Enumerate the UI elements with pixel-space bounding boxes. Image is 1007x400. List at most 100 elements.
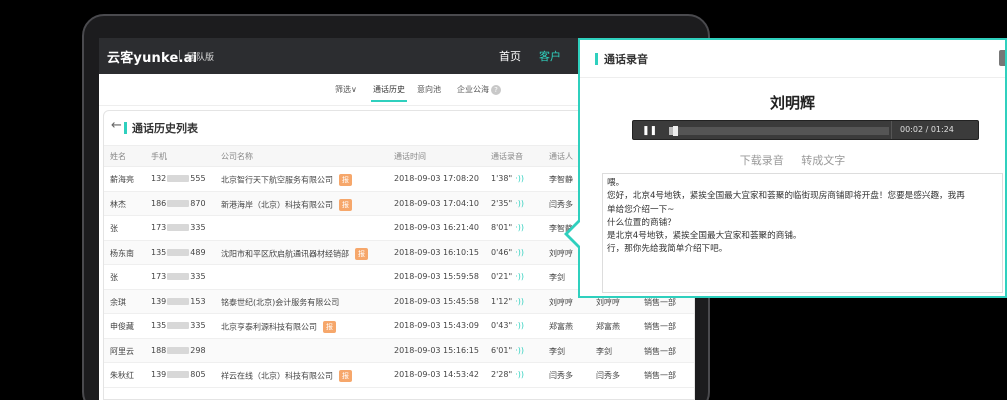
phone-prefix: 135 <box>151 247 167 257</box>
popup-header: 通话录音 <box>580 40 1005 78</box>
cell-recording[interactable]: 0'46" ·)) <box>491 248 524 257</box>
call-duration: 0'21" <box>491 272 513 281</box>
tab-intent-pool[interactable]: 意向池 <box>417 84 441 95</box>
cell-name: 林杰 <box>110 199 126 209</box>
cell-name: 朱秋红 <box>110 371 134 380</box>
col-caller: 通话人 <box>549 152 573 161</box>
tab-filter[interactable]: 筛选∨ <box>335 84 357 95</box>
phone-mask <box>167 273 190 280</box>
cell-recording[interactable]: 8'01" ·)) <box>491 223 524 232</box>
logo-divider <box>179 50 180 61</box>
cell-call-time: 2018-09-03 15:59:58 <box>394 272 479 281</box>
phone-suffix: 489 <box>190 247 206 257</box>
cell-recording[interactable]: 6'01" ·)) <box>491 346 524 355</box>
phone-suffix: 870 <box>190 198 206 208</box>
phone-prefix: 173 <box>151 223 167 232</box>
audio-time: 00:02 / 01:24 <box>900 125 954 134</box>
tab-enterprise-pool-label: 企业公海 <box>457 85 489 94</box>
cell-department: 销售一部 <box>644 322 676 331</box>
col-phone: 手机 <box>151 152 167 161</box>
cell-call-time: 2018-09-03 15:45:58 <box>394 296 479 306</box>
cell-department: 销售一部 <box>644 297 676 307</box>
transcribe-link[interactable]: 转成文字 <box>801 154 845 167</box>
back-arrow-icon[interactable]: ← <box>111 118 122 133</box>
audio-player: ❚❚ 00:02 / 01:24 <box>632 120 979 140</box>
call-duration: 6'01" <box>491 345 513 355</box>
cell-department: 销售一部 <box>644 371 676 380</box>
cell-phone: 139 805 <box>151 370 206 379</box>
sound-wave-icon[interactable]: ·)) <box>515 199 524 208</box>
download-recording-link[interactable]: 下载录音 <box>740 154 784 167</box>
cell-owner: 刘哼哼 <box>596 297 620 307</box>
call-duration: 1'38" <box>491 174 513 183</box>
cell-phone: 188 298 <box>151 346 206 355</box>
cell-phone: 173 335 <box>151 223 206 232</box>
report-badge[interactable]: 报 <box>339 198 352 211</box>
cell-caller: 郑富燕 <box>549 322 573 331</box>
popup-title: 通话录音 <box>604 53 648 66</box>
sound-wave-icon[interactable]: ·)) <box>515 174 524 183</box>
table-row[interactable]: 阿里云 188 298 2018-09-03 15:16:15 6'01" ·)) 李剑 李剑… <box>104 338 694 363</box>
cell-recording[interactable]: 1'12" ·)) <box>491 297 524 306</box>
sound-wave-icon[interactable]: ·)) <box>515 297 524 306</box>
cell-call-time: 2018-09-03 16:10:15 <box>394 247 479 257</box>
cell-phone: 173 335 <box>151 272 206 281</box>
sound-wave-icon[interactable]: ·)) <box>515 223 524 232</box>
cell-company: 铭泰世纪(北京)会计服务有限公司 <box>221 297 339 308</box>
cell-phone: 132 555 <box>151 174 206 183</box>
nav-home[interactable]: 首页 <box>499 48 521 64</box>
pause-icon[interactable]: ❚❚ <box>642 125 657 137</box>
cell-recording[interactable]: 2'28" ·)) <box>491 370 524 379</box>
phone-mask <box>167 346 190 354</box>
sound-wave-icon[interactable]: ·)) <box>515 272 524 281</box>
cell-recording[interactable]: 2'35" ·)) <box>491 199 524 208</box>
cell-company: 祥云在线（北京）科技有限公司报 <box>221 370 352 382</box>
app-logo: 云客yunke.ai <box>107 51 198 66</box>
table-row[interactable]: 朱秋红 139 805 祥云在线（北京）科技有限公司报 2018-09-03 14:53… <box>104 363 694 388</box>
cell-recording[interactable]: 1'38" ·)) <box>491 174 524 183</box>
company-name: 铭泰世纪(北京)会计服务有限公司 <box>221 297 340 307</box>
phone-mask <box>167 224 190 231</box>
cell-owner: 李剑 <box>596 346 612 356</box>
report-badge[interactable]: 报 <box>323 321 336 333</box>
tab-call-history[interactable]: 通话历史 <box>371 84 407 102</box>
audio-progress-track[interactable] <box>669 126 889 136</box>
phone-suffix: 335 <box>190 321 206 330</box>
help-icon[interactable]: ? <box>491 84 501 95</box>
col-company: 公司名称 <box>221 152 253 161</box>
popup-title-accent <box>595 53 598 65</box>
sound-wave-icon[interactable]: ·)) <box>515 321 524 330</box>
cell-call-time: 2018-09-03 17:04:10 <box>394 198 479 208</box>
transcript-line: 单给您介绍一下~ <box>607 204 675 215</box>
report-badge[interactable]: 报 <box>339 370 352 382</box>
company-name: 北京智行天下航空服务有限公司 <box>221 175 333 185</box>
phone-suffix: 298 <box>190 345 206 355</box>
sound-wave-icon[interactable]: ·)) <box>515 370 524 379</box>
company-name: 北京亨泰利源科技有限公司 <box>221 322 317 332</box>
cell-company: 新港海岸（北京）科技有限公司报 <box>221 198 352 211</box>
report-badge[interactable]: 报 <box>355 247 368 260</box>
recording-actions: 下载录音 转成文字 <box>580 152 1005 168</box>
company-name: 新港海岸（北京）科技有限公司 <box>221 200 333 209</box>
cell-phone: 135 489 <box>151 248 206 257</box>
cell-name: 杨东南 <box>110 248 134 258</box>
cell-owner: 闫秀多 <box>596 371 620 380</box>
cell-recording[interactable]: 0'21" ·)) <box>491 272 524 281</box>
cell-name: 申俊藏 <box>110 322 134 331</box>
phone-prefix: 173 <box>151 272 167 281</box>
sound-wave-icon[interactable]: ·)) <box>515 248 524 257</box>
popup-edge-tab[interactable] <box>999 50 1005 66</box>
sound-wave-icon[interactable]: ·)) <box>515 346 524 355</box>
audio-progress-handle[interactable] <box>672 126 678 136</box>
transcript-line: 什么位置的商铺？ <box>607 217 676 228</box>
cell-caller: 闫秀多 <box>549 371 573 380</box>
cell-call-time: 2018-09-03 17:08:20 <box>394 174 479 183</box>
cell-recording[interactable]: 0'43" ·)) <box>491 321 524 330</box>
nav-customer[interactable]: 客户 <box>539 48 561 64</box>
recording-popup: 通话录音 刘明辉 ❚❚ 00:02 / 01:24 下载录音 转成文字 喂。 您好… <box>578 38 1007 298</box>
phone-suffix: 805 <box>190 370 206 379</box>
report-badge[interactable]: 报 <box>339 174 352 186</box>
player-divider <box>891 121 892 139</box>
table-row[interactable]: 申俊藏 135 335 北京亨泰利源科技有限公司报 2018-09-03 15:43:0… <box>104 314 694 339</box>
tab-enterprise-pool[interactable]: 企业公海? <box>457 84 501 95</box>
